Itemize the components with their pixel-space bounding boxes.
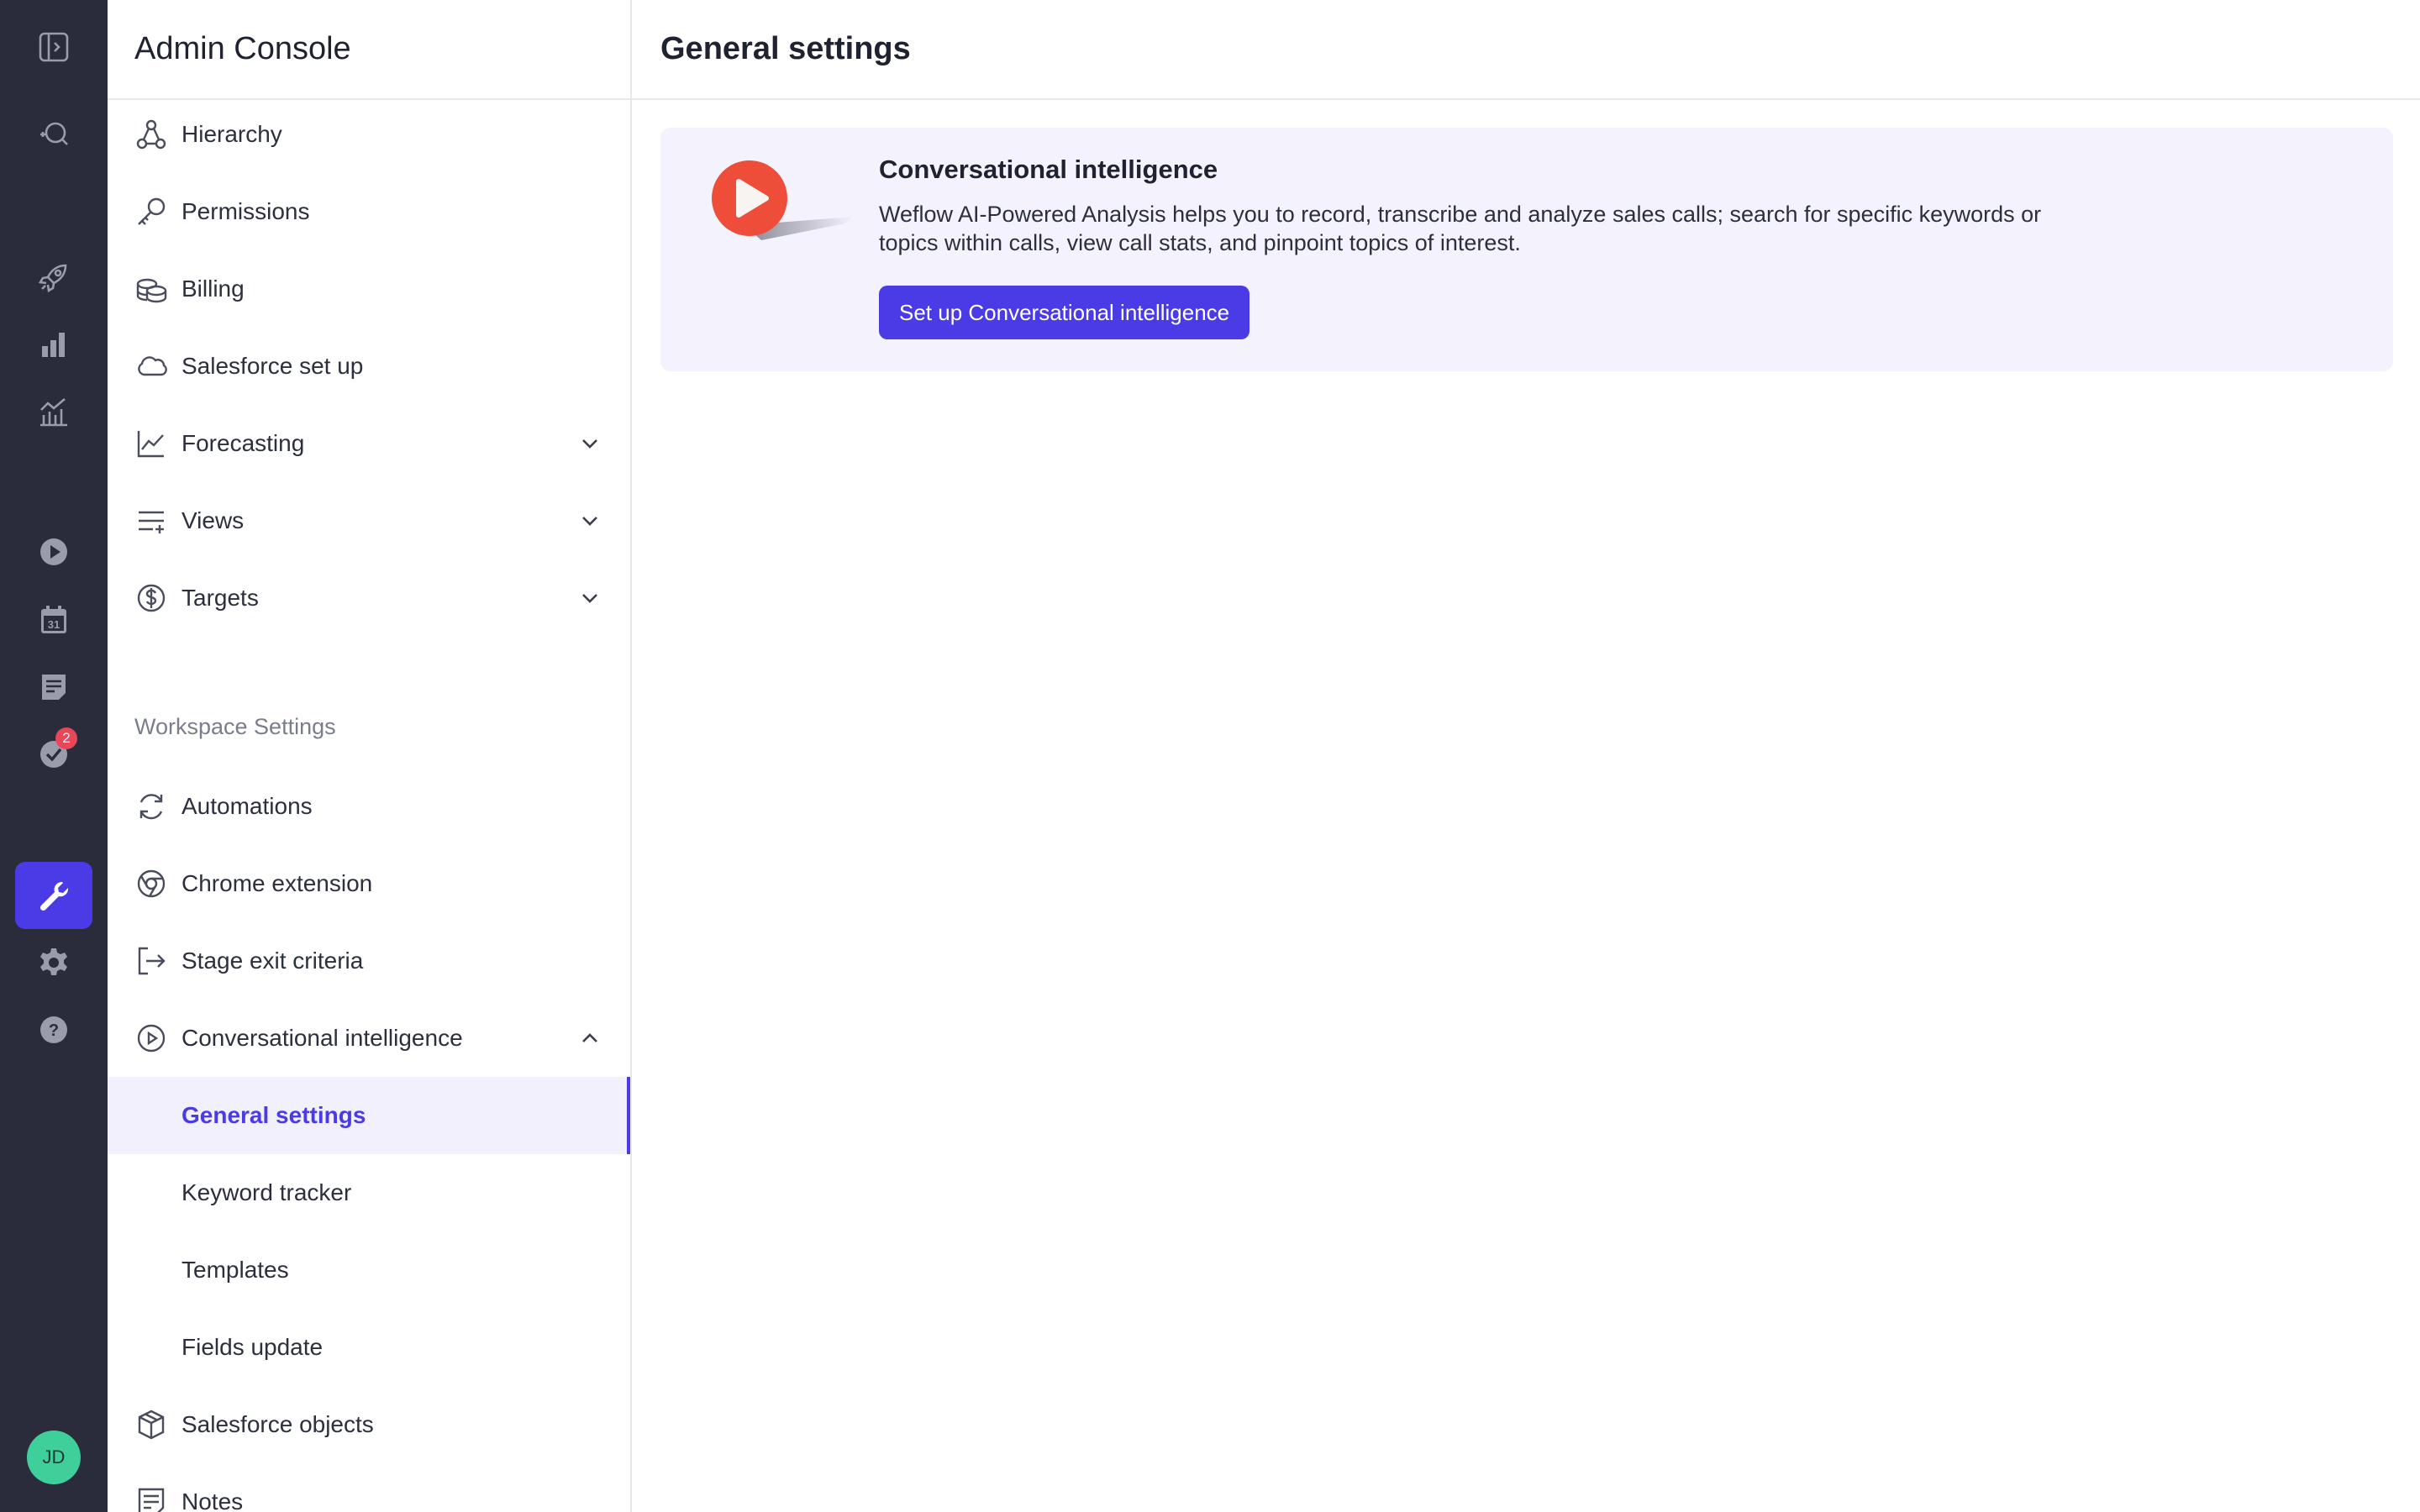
menu-item-hierarchy[interactable]: Hierarchy [108, 96, 630, 173]
chevron-down-icon[interactable] [578, 509, 602, 533]
coins-icon [134, 272, 168, 306]
menu-item-label: Hierarchy [182, 121, 282, 147]
menu-item-label: Salesforce objects [182, 1411, 374, 1437]
sidebar-toggle-icon[interactable] [15, 13, 92, 81]
menu-item-label: Stage exit criteria [182, 948, 364, 974]
note-icon [134, 1485, 168, 1512]
menu-subitem-general-settings[interactable]: General settings [108, 1077, 630, 1154]
menu-item-label: Views [182, 507, 245, 533]
card-title: Conversational intelligence [879, 155, 1218, 184]
search-chat-icon[interactable] [15, 101, 92, 168]
exit-icon [134, 944, 168, 978]
menu-item-notes[interactable]: Notes [108, 1463, 630, 1512]
play-icon[interactable] [15, 518, 92, 585]
menu-item-permissions[interactable]: Permissions [108, 173, 630, 250]
menu-item-label: Targets [182, 585, 259, 611]
menu-item-label: Keyword tracker [182, 1179, 352, 1205]
conversational-intelligence-card: Conversational intelligence Weflow AI-Po… [660, 128, 2393, 371]
hierarchy-icon [134, 118, 168, 151]
chevron-up-icon[interactable] [578, 1026, 602, 1050]
menu-item-label: Automations [182, 793, 313, 819]
menu-item-label: Notes [182, 1488, 244, 1512]
section-label-workspace-settings: Workspace Settings [134, 714, 336, 739]
setup-conversational-intelligence-button[interactable]: Set up Conversational intelligence [879, 286, 1250, 339]
bar-chart-icon[interactable] [15, 311, 92, 378]
menu-item-label: Permissions [182, 198, 310, 224]
menu-item-stage-exit-criteria[interactable]: Stage exit criteria [108, 922, 630, 1000]
menu-item-label: Fields update [182, 1334, 324, 1360]
menu-item-conversational-intelligence[interactable]: Conversational intelligence [108, 1000, 630, 1077]
svg-text:?: ? [49, 1021, 59, 1040]
menu-subitem-templates[interactable]: Templates [108, 1231, 630, 1309]
menu-item-label: General settings [182, 1102, 366, 1128]
menu-item-label: Templates [182, 1257, 289, 1283]
menu-item-forecasting[interactable]: Forecasting [108, 405, 630, 482]
sync-icon [134, 790, 168, 823]
menu-title: Admin Console [108, 0, 630, 100]
gear-icon[interactable] [15, 929, 92, 996]
avatar[interactable]: JD [27, 1431, 81, 1484]
chrome-icon [134, 867, 168, 900]
menu-subitem-fields-update[interactable]: Fields update [108, 1309, 630, 1386]
menu-subitem-keyword-tracker[interactable]: Keyword tracker [108, 1154, 630, 1231]
admin-side-menu: Admin Console Hierarchy Permissions Bill… [108, 0, 632, 1512]
calendar-icon[interactable]: 31 [15, 586, 92, 654]
menu-item-label: Conversational intelligence [182, 1025, 463, 1051]
rocket-icon[interactable] [15, 244, 92, 311]
menu-item-automations[interactable]: Automations [108, 768, 630, 845]
wrench-icon[interactable] [15, 862, 92, 929]
calendar-day-text: 31 [48, 618, 60, 631]
main-content: General settings Conversational intellig… [632, 0, 2420, 1512]
menu-item-billing[interactable]: Billing [108, 250, 630, 328]
menu-item-chrome-extension[interactable]: Chrome extension [108, 845, 630, 922]
chevron-down-icon[interactable] [578, 432, 602, 455]
trend-chart-icon [134, 427, 168, 460]
menu-item-views[interactable]: Views [108, 482, 630, 559]
card-description: Weflow AI-Powered Analysis helps you to … [879, 202, 2042, 255]
tasks-badge: 2 [55, 727, 77, 749]
menu-item-salesforce-objects[interactable]: Salesforce objects [108, 1386, 630, 1463]
help-icon[interactable]: ? [15, 996, 92, 1063]
list-add-icon [134, 504, 168, 538]
dollar-circle-icon [134, 581, 168, 615]
icon-rail: 31 2 ? JD [0, 0, 108, 1512]
key-icon [134, 195, 168, 228]
chevron-down-icon[interactable] [578, 586, 602, 610]
menu-item-label: Billing [182, 276, 245, 302]
menu-item-salesforce-set-up[interactable]: Salesforce set up [108, 328, 630, 405]
menu-item-targets[interactable]: Targets [108, 559, 630, 637]
menu-item-label: Chrome extension [182, 870, 373, 896]
cloud-icon [134, 349, 168, 383]
tasks-icon[interactable]: 2 [15, 721, 92, 788]
play-logo-icon [712, 160, 854, 240]
menu-item-label: Salesforce set up [182, 353, 364, 379]
notes-icon[interactable] [15, 654, 92, 721]
analytics-icon[interactable] [15, 378, 92, 445]
cube-icon [134, 1408, 168, 1441]
menu-item-label: Forecasting [182, 430, 305, 456]
page-title: General settings [632, 0, 2420, 100]
play-circle-icon [134, 1021, 168, 1055]
